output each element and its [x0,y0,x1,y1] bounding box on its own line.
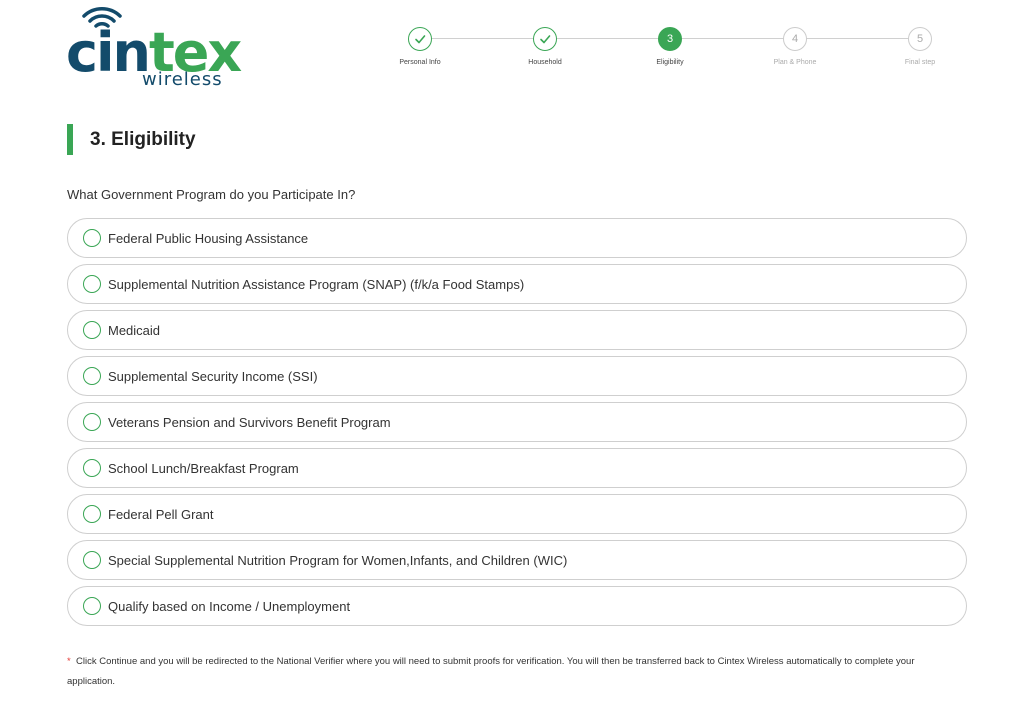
option-income-unemployment[interactable]: Qualify based on Income / Unemployment [67,586,967,626]
radio-button[interactable] [83,597,101,615]
option-ssi[interactable]: Supplemental Security Income (SSI) [67,356,967,396]
required-asterisk: * [67,656,71,667]
option-label: Federal Pell Grant [108,506,214,522]
step-eligibility: 3 Eligibility [630,27,710,66]
step-label: Personal Info [399,59,441,66]
option-label: Federal Public Housing Assistance [108,230,309,246]
step-household: Household [505,27,585,66]
option-label: Special Supplemental Nutrition Program f… [108,552,568,568]
step-2-circle [533,27,557,51]
step-plan-phone: 4 Plan & Phone [755,27,835,66]
section-title: 3. Eligibility [67,124,196,155]
option-label: School Lunch/Breakfast Program [108,460,299,476]
step-label: Eligibility [656,59,684,66]
step-label: Final step [904,59,936,66]
step-4-circle: 4 [783,27,807,51]
program-options: Federal Public Housing Assistance Supple… [67,218,967,632]
radio-button[interactable] [83,275,101,293]
option-label: Qualify based on Income / Unemployment [108,598,351,614]
cintex-wireless-logo[interactable]: cintex wireless [66,6,242,90]
footnote: * Click Continue and you will be redirec… [67,652,947,692]
radio-button[interactable] [83,413,101,431]
checkmark-icon [540,35,551,44]
option-label: Veterans Pension and Survivors Benefit P… [108,414,391,430]
option-label: Supplemental Security Income (SSI) [108,368,318,384]
option-wic[interactable]: Special Supplemental Nutrition Program f… [67,540,967,580]
step-final: 5 Final step [880,27,960,66]
option-label: Medicaid [108,322,161,338]
step-5-circle: 5 [908,27,932,51]
radio-button[interactable] [83,321,101,339]
progress-stepper: Personal Info Household 3 Eligibility 4 … [380,27,960,77]
question-label: What Government Program do you Participa… [67,187,356,202]
option-label: Supplemental Nutrition Assistance Progra… [108,276,525,292]
radio-button[interactable] [83,551,101,569]
step-3-circle: 3 [658,27,682,51]
radio-button[interactable] [83,459,101,477]
option-school-lunch[interactable]: School Lunch/Breakfast Program [67,448,967,488]
option-veterans-pension[interactable]: Veterans Pension and Survivors Benefit P… [67,402,967,442]
logo-subtitle: wireless [142,69,223,90]
step-1-circle [408,27,432,51]
option-pell-grant[interactable]: Federal Pell Grant [67,494,967,534]
step-label: Plan & Phone [773,59,817,66]
step-label: Household [528,59,562,66]
radio-button[interactable] [83,229,101,247]
footnote-text: Click Continue and you will be redirecte… [67,656,915,687]
option-snap[interactable]: Supplemental Nutrition Assistance Progra… [67,264,967,304]
option-medicaid[interactable]: Medicaid [67,310,967,350]
option-federal-public-housing[interactable]: Federal Public Housing Assistance [67,218,967,258]
radio-button[interactable] [83,367,101,385]
radio-button[interactable] [83,505,101,523]
checkmark-icon [415,35,426,44]
step-personal-info: Personal Info [380,27,460,66]
